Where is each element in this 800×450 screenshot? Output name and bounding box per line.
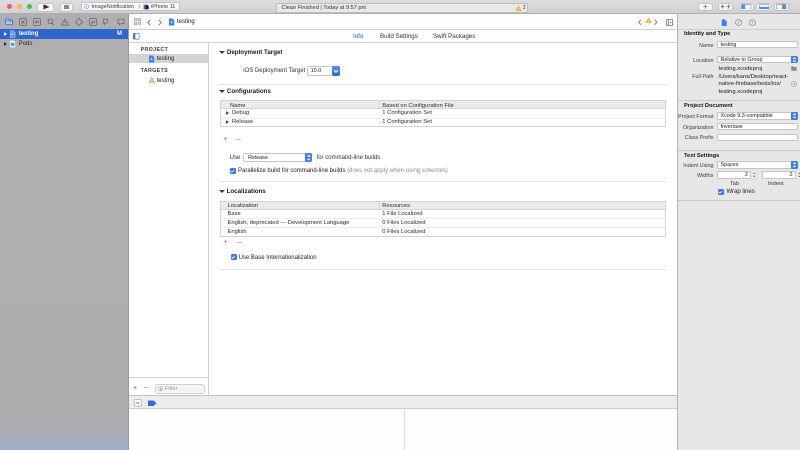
svg-text:!: ! bbox=[647, 19, 648, 24]
svg-text:!: ! bbox=[517, 6, 518, 11]
svg-text:?: ? bbox=[751, 20, 754, 25]
